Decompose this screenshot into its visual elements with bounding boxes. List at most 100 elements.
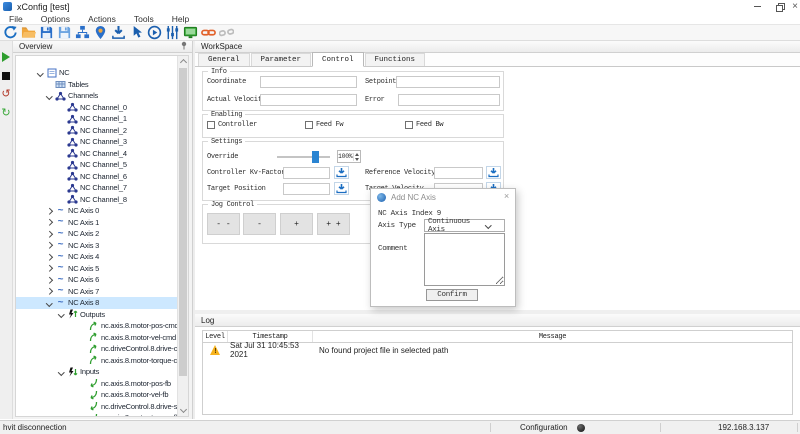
- tune-icon[interactable]: [165, 25, 180, 40]
- tree-item-channel[interactable]: NC Channel_7: [16, 182, 177, 194]
- override-slider-handle[interactable]: [312, 151, 319, 163]
- tree-item-signal[interactable]: nc.driveControl.8.drive-control: [16, 343, 177, 355]
- tree-scrollbar[interactable]: [177, 56, 188, 416]
- tree-item-outputs[interactable]: Outputs: [16, 309, 177, 321]
- download-config-icon[interactable]: [111, 25, 126, 40]
- topology-icon[interactable]: [75, 25, 90, 40]
- confirm-button[interactable]: Confirm: [426, 289, 478, 301]
- tree-item-signal[interactable]: nc.axis.8.motor-torque-fb: [16, 412, 177, 417]
- tree-item-axis[interactable]: ~NC Axis 7: [16, 286, 177, 298]
- menu-tools[interactable]: Tools: [125, 14, 163, 24]
- menu-actions[interactable]: Actions: [79, 14, 125, 24]
- comment-textarea[interactable]: [424, 233, 505, 286]
- chevron-down-icon[interactable]: [35, 71, 45, 76]
- tree-item-axis[interactable]: ~NC Axis 6: [16, 274, 177, 286]
- start-icon[interactable]: [1, 51, 12, 62]
- reload-project-icon[interactable]: [3, 25, 18, 40]
- menu-file[interactable]: File: [0, 14, 32, 24]
- tab-general[interactable]: General: [198, 53, 250, 66]
- tree-item-channel[interactable]: NC Channel_1: [16, 113, 177, 125]
- tree-item-channel[interactable]: NC Channel_5: [16, 159, 177, 171]
- jog-plus-button[interactable]: +: [280, 213, 313, 235]
- close-button[interactable]: ×: [790, 0, 800, 13]
- location-pin-icon[interactable]: [93, 25, 108, 40]
- chevron-right-icon[interactable]: [44, 289, 54, 294]
- stop-icon[interactable]: [1, 70, 12, 81]
- tree-item-signal[interactable]: nc.driveControl.8.drive-status: [16, 401, 177, 413]
- tree-item-channel[interactable]: NC Channel_4: [16, 148, 177, 160]
- reference-velocity-input[interactable]: [434, 167, 483, 179]
- tree-item-channel[interactable]: NC Channel_2: [16, 125, 177, 137]
- monitor-icon[interactable]: [183, 25, 198, 40]
- save-as-icon[interactable]: [57, 25, 72, 40]
- minimize-button[interactable]: [746, 0, 768, 13]
- tree-item-channel[interactable]: NC Channel_8: [16, 194, 177, 206]
- target-position-input[interactable]: [283, 183, 330, 195]
- run-icon[interactable]: [147, 25, 162, 40]
- chevron-right-icon[interactable]: [44, 243, 54, 248]
- error-input[interactable]: [398, 94, 500, 106]
- tree-item-channel[interactable]: NC Channel_0: [16, 102, 177, 114]
- scrollbar-thumb[interactable]: [179, 68, 187, 376]
- override-slider-track[interactable]: [277, 156, 330, 158]
- chevron-right-icon[interactable]: [44, 266, 54, 271]
- pin-icon[interactable]: [180, 41, 188, 52]
- tree-item-axis[interactable]: ~NC Axis 1: [16, 217, 177, 229]
- scroll-up-icon[interactable]: [179, 59, 186, 66]
- connect-icon[interactable]: [201, 25, 216, 40]
- tree-item-signal[interactable]: nc.axis.8.motor-torque-cmd: [16, 355, 177, 367]
- save-icon[interactable]: [39, 25, 54, 40]
- menu-options[interactable]: Options: [32, 14, 79, 24]
- tree-item-axis[interactable]: ~NC Axis 5: [16, 263, 177, 275]
- feed-bw-checkbox[interactable]: [405, 121, 413, 129]
- tree-item-axis[interactable]: ~NC Axis 2: [16, 228, 177, 240]
- tree-item-inputs[interactable]: Inputs: [16, 366, 177, 378]
- chevron-right-icon[interactable]: [44, 255, 54, 260]
- spinner-arrows-icon[interactable]: [353, 153, 360, 161]
- controller-checkbox[interactable]: [207, 121, 215, 129]
- maximize-button[interactable]: [768, 0, 790, 13]
- chevron-right-icon[interactable]: [44, 278, 54, 283]
- chevron-down-icon[interactable]: [44, 301, 54, 306]
- tree-item-axis[interactable]: ~NC Axis 0: [16, 205, 177, 217]
- log-row[interactable]: ! Sat Jul 31 10:45:53 2021 No found proj…: [203, 343, 792, 357]
- tree-item-axis-selected[interactable]: ~NC Axis 8: [16, 297, 177, 309]
- menu-help[interactable]: Help: [163, 14, 198, 24]
- scroll-down-icon[interactable]: [179, 406, 186, 413]
- log-col-level[interactable]: Level: [203, 331, 228, 342]
- kv-download-button[interactable]: [334, 166, 349, 179]
- tree-item-channel[interactable]: NC Channel_6: [16, 171, 177, 183]
- target-position-download-button[interactable]: [334, 182, 349, 195]
- tree-item-tables[interactable]: Tables: [16, 79, 177, 91]
- chevron-right-icon[interactable]: [44, 232, 54, 237]
- pointer-icon[interactable]: [129, 25, 144, 40]
- chevron-right-icon[interactable]: [44, 209, 54, 214]
- override-spinner[interactable]: 100%: [337, 150, 361, 163]
- open-folder-icon[interactable]: [21, 25, 36, 40]
- jog-fast-minus-button[interactable]: - -: [207, 213, 240, 235]
- tree-item-nc[interactable]: NC: [16, 67, 177, 79]
- tree-item-signal[interactable]: nc.axis.8.motor-vel-fb: [16, 389, 177, 401]
- tree-item-axis[interactable]: ~NC Axis 4: [16, 251, 177, 263]
- kv-factor-input[interactable]: [283, 167, 330, 179]
- dialog-close-icon[interactable]: ×: [504, 192, 509, 202]
- jog-fast-plus-button[interactable]: + +: [317, 213, 350, 235]
- tree-item-signal[interactable]: nc.axis.8.motor-vel-cmd: [16, 332, 177, 344]
- tree-item-channels[interactable]: Channels: [16, 90, 177, 102]
- tree-item-signal[interactable]: nc.axis.8.motor-pos-fb: [16, 378, 177, 390]
- chevron-right-icon[interactable]: [44, 220, 54, 225]
- refresh-icon[interactable]: ↻: [1, 108, 12, 119]
- tab-functions[interactable]: Functions: [365, 53, 426, 66]
- chevron-down-icon[interactable]: [56, 312, 66, 317]
- actual-velocity-input[interactable]: [260, 94, 357, 106]
- tree-item-axis[interactable]: ~NC Axis 3: [16, 240, 177, 252]
- reference-velocity-download-button[interactable]: [486, 166, 501, 179]
- feed-fw-checkbox[interactable]: [305, 121, 313, 129]
- axis-type-select[interactable]: Continuous Axis: [424, 219, 505, 232]
- tree-item-channel[interactable]: NC Channel_3: [16, 136, 177, 148]
- log-col-message[interactable]: Message: [313, 331, 792, 342]
- tab-parameter[interactable]: Parameter: [251, 53, 312, 66]
- chevron-down-icon[interactable]: [56, 370, 66, 375]
- reset-icon[interactable]: ↺: [1, 89, 12, 100]
- tree-item-signal[interactable]: nc.axis.8.motor-pos-cmd: [16, 320, 177, 332]
